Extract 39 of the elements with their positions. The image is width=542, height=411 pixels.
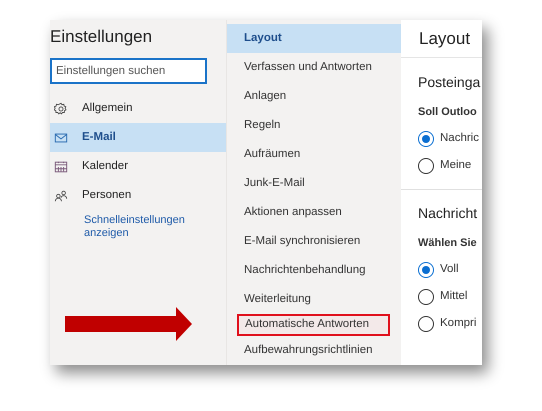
option-label: Kompri bbox=[440, 316, 476, 331]
mail-icon bbox=[54, 130, 68, 144]
submenu-item[interactable]: Anlagen bbox=[227, 82, 401, 111]
submenu-item[interactable]: Regeln bbox=[227, 111, 401, 140]
nav-item[interactable]: Personen bbox=[50, 181, 226, 210]
submenu-item[interactable]: Nachrichtenbehandlung bbox=[227, 256, 401, 285]
nav-item[interactable]: Kalender bbox=[50, 152, 226, 181]
section-heading: Nachricht bbox=[418, 204, 478, 222]
submenu-item[interactable]: Aufräumen bbox=[227, 140, 401, 169]
submenu-item[interactable]: Aktionen anpassen bbox=[227, 198, 401, 227]
question-label: Wählen Sie bbox=[418, 236, 478, 250]
calendar-icon bbox=[54, 160, 68, 174]
option-label: Nachric bbox=[440, 130, 479, 146]
nav-item[interactable]: E-Mail bbox=[50, 123, 226, 152]
submenu-item[interactable]: Verfassen und Antworten bbox=[227, 53, 401, 82]
arrow-icon bbox=[65, 307, 192, 341]
option-label: Voll bbox=[440, 262, 459, 277]
submenu-item[interactable]: E-Mail synchronisieren bbox=[227, 227, 401, 256]
submenu-item[interactable]: Aufbewahrungsrichtlinien bbox=[227, 336, 401, 365]
option-label: Meine bbox=[440, 158, 472, 173]
radio-button[interactable] bbox=[418, 158, 434, 174]
quick-settings-link[interactable]: Schnelleinstellungen anzeigen bbox=[84, 214, 204, 240]
question-label: Soll Outloo bbox=[418, 105, 478, 119]
submenu-item[interactable]: Junk-E-Mail bbox=[227, 169, 401, 198]
content-title: Layout bbox=[401, 20, 482, 58]
people-icon bbox=[54, 188, 68, 202]
radio-button[interactable] bbox=[418, 288, 434, 304]
radio-button[interactable] bbox=[418, 130, 434, 146]
gear-icon bbox=[54, 102, 68, 116]
option-label: Mittel bbox=[440, 288, 468, 304]
radio-button[interactable] bbox=[418, 262, 434, 278]
settings-title: Einstellungen bbox=[50, 26, 154, 48]
search-field[interactable]: Einstellungen suchen bbox=[50, 58, 207, 84]
nav-item[interactable]: Allgemein bbox=[50, 94, 226, 123]
submenu-item[interactable]: Layout bbox=[227, 24, 401, 53]
submenu-item[interactable]: Weiterleitung bbox=[227, 285, 401, 314]
radio-button[interactable] bbox=[418, 316, 434, 332]
submenu-item[interactable]: Automatische Antworten bbox=[237, 314, 390, 336]
section-heading: Posteinga bbox=[418, 73, 482, 91]
